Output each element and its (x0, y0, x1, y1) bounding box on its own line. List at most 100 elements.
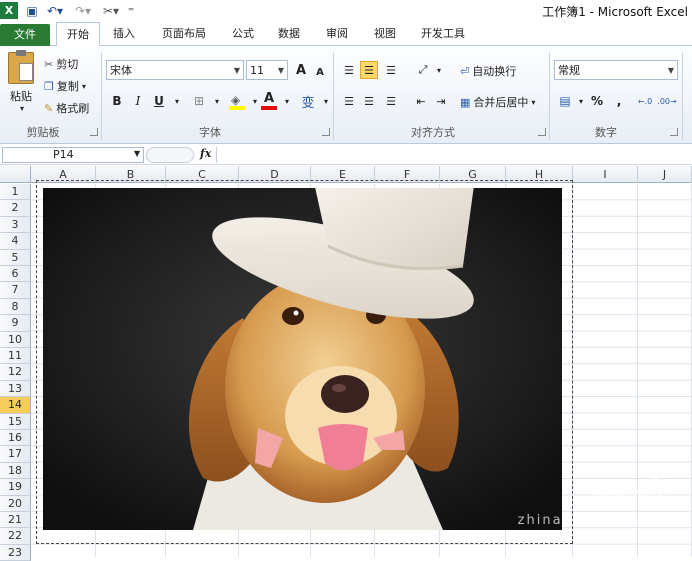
row-header-4[interactable]: 4 (0, 233, 31, 250)
tab-data[interactable]: 数据 (272, 22, 306, 46)
underline-dropdown-icon[interactable]: ▾ (168, 92, 186, 110)
format-painter-button[interactable]: ✎ 格式刷 (44, 100, 89, 116)
copy-button[interactable]: ❐ 复制 ▾ (44, 78, 86, 94)
chevron-down-icon: ▼ (277, 65, 285, 75)
align-left-icon[interactable]: ☰ (340, 92, 358, 110)
phonetic-button[interactable]: 变 (299, 92, 317, 111)
redo-icon[interactable]: ↷▾ (72, 2, 94, 19)
decrease-decimal-icon[interactable]: .00→ (657, 92, 676, 110)
paste-dropdown-icon[interactable]: ▾ (20, 104, 24, 113)
customize-tool-icon[interactable]: ✂▾ (100, 2, 122, 19)
font-size-select[interactable]: 11 ▼ (246, 60, 288, 80)
name-box-dropdown-icon[interactable]: ▼ (134, 149, 140, 158)
tab-review[interactable]: 审阅 (320, 22, 354, 46)
clipboard-launcher-icon[interactable] (90, 128, 98, 136)
row-header-6[interactable]: 6 (0, 266, 31, 283)
column-header-i[interactable]: I (573, 166, 638, 183)
font-group-label: 字体 (199, 126, 221, 139)
bold-button[interactable]: B (108, 92, 126, 110)
row-header-20[interactable]: 20 (0, 495, 31, 512)
align-bottom-icon[interactable]: ☰ (382, 61, 400, 79)
number-launcher-icon[interactable] (670, 128, 678, 136)
increase-indent-icon[interactable]: ⇥ (432, 92, 450, 110)
borders-icon[interactable]: ⊞ (190, 92, 208, 110)
row-header-12[interactable]: 12 (0, 364, 31, 381)
font-name-select[interactable]: 宋体 ▼ (106, 60, 244, 80)
chevron-down-icon: ▼ (233, 65, 241, 75)
tab-formulas[interactable]: 公式 (226, 22, 260, 46)
undo-icon[interactable]: ↶▾ (44, 2, 66, 19)
tab-view[interactable]: 视图 (368, 22, 402, 46)
align-center-icon[interactable]: ☰ (360, 92, 378, 110)
row-header-8[interactable]: 8 (0, 298, 31, 316)
picture-selection-border[interactable] (36, 180, 573, 544)
merge-center-button[interactable]: ▦ 合并后居中 ▾ (460, 94, 535, 110)
merge-dropdown-icon: ▾ (531, 97, 536, 107)
wrap-text-button[interactable]: ⏎ 自动换行 (460, 63, 516, 79)
fill-color-icon[interactable]: ◈ (228, 92, 246, 110)
row-header-5[interactable]: 5 (0, 249, 31, 266)
row-header-7[interactable]: 7 (0, 282, 31, 299)
borders-dropdown-icon[interactable]: ▾ (208, 92, 226, 110)
tab-page-layout[interactable]: 页面布局 (156, 22, 212, 46)
row-header-13[interactable]: 13 (0, 380, 31, 398)
paste-button[interactable]: 粘贴 (10, 88, 32, 104)
font-launcher-icon[interactable] (322, 128, 330, 136)
row-header-22[interactable]: 22 (0, 528, 31, 545)
percent-button[interactable]: % (588, 92, 606, 110)
underline-button[interactable]: U (150, 92, 168, 110)
align-middle-icon[interactable]: ☰ (360, 61, 378, 79)
italic-button[interactable]: I (129, 92, 147, 110)
tab-home[interactable]: 开始 (56, 22, 100, 47)
row-header-21[interactable]: 21 (0, 512, 31, 529)
row-header-18[interactable]: 18 (0, 462, 31, 480)
shrink-font-button[interactable]: A (311, 63, 329, 81)
align-right-icon[interactable]: ☰ (382, 92, 400, 110)
font-color-button[interactable]: A (260, 91, 278, 110)
orientation-dropdown-icon[interactable]: ▾ (430, 61, 448, 79)
group-separator (333, 52, 334, 140)
cut-label: 剪切 (56, 58, 79, 71)
font-color-dropdown-icon[interactable]: ▾ (278, 92, 296, 110)
tab-file[interactable]: 文件 (0, 24, 50, 46)
row-header-14[interactable]: 14 (0, 397, 31, 414)
paste-icon[interactable] (8, 50, 34, 84)
row-header-11[interactable]: 11 (0, 348, 31, 365)
row-header-17[interactable]: 17 (0, 446, 31, 463)
quick-access-dropdown-icon[interactable]: ⁼ (126, 2, 136, 19)
formula-input[interactable] (216, 147, 692, 163)
column-header-j[interactable]: J (638, 166, 692, 183)
copy-dropdown-icon: ▾ (81, 81, 86, 91)
insert-function-button[interactable]: fx (200, 147, 211, 160)
clipboard-group-label: 剪贴板 (26, 126, 60, 139)
scissors-icon: ✂ (44, 57, 54, 71)
row-header-16[interactable]: 16 (0, 430, 31, 447)
row-header-9[interactable]: 9 (0, 315, 31, 332)
row-header-1[interactable]: 1 (0, 184, 31, 201)
formula-resize-handle[interactable] (146, 147, 194, 163)
group-separator (682, 52, 683, 140)
row-header-19[interactable]: 19 (0, 479, 31, 496)
alignment-launcher-icon[interactable] (538, 128, 546, 136)
tab-insert[interactable]: 插入 (106, 22, 142, 46)
comma-button[interactable]: , (610, 92, 628, 110)
row-header-23[interactable]: 23 (0, 544, 31, 561)
row-header-3[interactable]: 3 (0, 216, 31, 234)
watermark-url: zhinan.sogou.com (517, 513, 668, 528)
chevron-down-icon: ▼ (667, 65, 675, 75)
format-painter-label: 格式刷 (56, 102, 90, 115)
cut-button[interactable]: ✂ 剪切 (44, 56, 78, 72)
increase-decimal-icon[interactable]: ←.0 (636, 92, 654, 110)
grow-font-button[interactable]: A (292, 61, 310, 79)
tab-developer[interactable]: 开发工具 (414, 22, 472, 46)
row-header-15[interactable]: 15 (0, 413, 31, 430)
select-all-corner[interactable] (0, 166, 31, 183)
row-header-2[interactable]: 2 (0, 200, 31, 217)
align-top-icon[interactable]: ☰ (340, 61, 358, 79)
row-header-10[interactable]: 10 (0, 331, 31, 348)
name-box[interactable]: P14 (2, 147, 144, 163)
number-format-select[interactable]: 常规 ▼ (554, 60, 678, 80)
decrease-indent-icon[interactable]: ⇤ (412, 92, 430, 110)
save-icon[interactable]: ▣ (24, 2, 40, 19)
watermark-text: 搜狗指南 (590, 480, 670, 504)
